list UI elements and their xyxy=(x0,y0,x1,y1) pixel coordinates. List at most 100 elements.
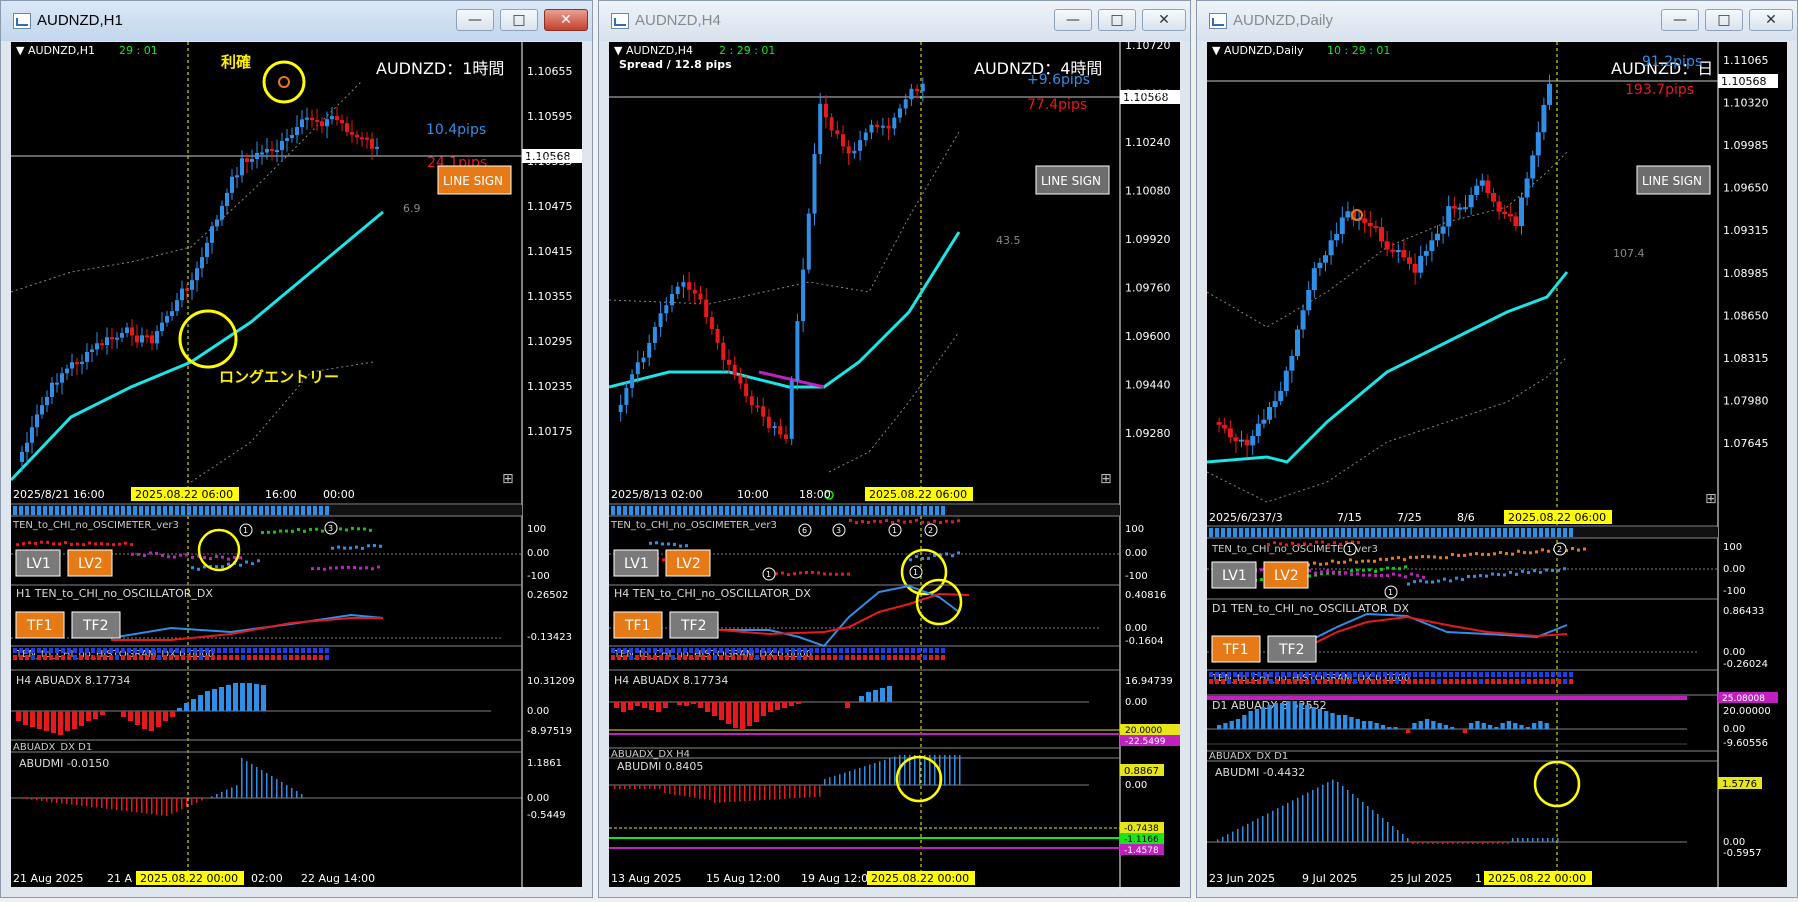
histogram-cell-bottom xyxy=(1287,679,1291,684)
status-bar-tick xyxy=(31,506,35,515)
status-bar-tick xyxy=(1389,528,1393,537)
histogram-cell-bottom xyxy=(1323,679,1327,684)
histogram-cell-bottom xyxy=(253,655,257,660)
dmi-bar xyxy=(1322,784,1324,842)
minimize-button[interactable]: — xyxy=(1054,9,1092,31)
histogram-cell-top xyxy=(929,648,933,653)
zoom-icon[interactable]: ⊞ xyxy=(1100,471,1112,487)
oscimeter-dot xyxy=(805,570,808,574)
chart-window-h1[interactable]: AUDNZD,H1 — □ ✕ ▼ AUDNZD,H1 29 : 01 利確 ロ… xyxy=(0,0,593,898)
dmi-bar xyxy=(1242,826,1244,842)
lv1-button[interactable]: LV1 xyxy=(1211,561,1257,589)
chart-area[interactable]: ▼ AUDNZD,H1 29 : 01 利確 ロングエントリー AUDNZD：1… xyxy=(11,42,584,889)
chart-area[interactable]: ▼ AUDNZD,Daily 10 : 29 : 01 AUDNZD：日 91.… xyxy=(1207,42,1789,889)
chart-canvas[interactable]: ▼ AUDNZD,H4 2 : 29 : 01 Spread / 12.8 pi… xyxy=(609,42,1182,889)
status-bar-tick xyxy=(1527,528,1531,537)
minimize-button[interactable]: — xyxy=(456,9,494,31)
adx-bar xyxy=(177,708,182,711)
maximize-button[interactable]: □ xyxy=(500,9,538,31)
dmi-bar xyxy=(1252,821,1254,842)
adx-bar xyxy=(1235,719,1241,729)
title-bar[interactable]: AUDNZD,H4 — □ ✕ xyxy=(599,1,1190,41)
histogram-cell-top xyxy=(905,648,909,653)
oscimeter-dot xyxy=(341,565,344,569)
title-bar[interactable]: AUDNZD,H1 — □ ✕ xyxy=(1,1,592,41)
adx-bar xyxy=(1273,703,1278,729)
candles xyxy=(618,77,925,446)
chart-canvas[interactable]: ▼ AUDNZD,Daily 10 : 29 : 01 AUDNZD：日 91.… xyxy=(1207,42,1789,889)
histogram-cell-top xyxy=(707,648,711,653)
candle-body xyxy=(175,300,179,312)
oscimeter-dot xyxy=(52,542,55,546)
histogram-cell-bottom xyxy=(707,655,711,660)
oscimeter-dot xyxy=(179,553,182,557)
close-button[interactable]: ✕ xyxy=(1142,9,1186,31)
candle-body xyxy=(130,327,134,336)
histogram-cell-bottom xyxy=(779,655,783,660)
histogram-cell-bottom xyxy=(169,655,173,660)
chart-window-h4[interactable]: AUDNZD,H4 — □ ✕ ▼ AUDNZD,H4 2 : 29 : 01 … xyxy=(598,0,1191,898)
line-sign-button[interactable]: LINE SIGN xyxy=(1636,165,1711,195)
adx-bar xyxy=(135,711,140,725)
oscimeter-dot xyxy=(1409,555,1412,559)
candle-body xyxy=(285,138,289,141)
lv1-button[interactable]: LV1 xyxy=(15,549,61,577)
histogram-cell-top xyxy=(199,648,203,653)
histogram-cell-bottom xyxy=(235,655,239,660)
adx-bar xyxy=(1500,723,1505,729)
dmi-axis-label: 1.1861 xyxy=(527,758,562,769)
maximize-button[interactable]: □ xyxy=(1705,9,1743,31)
oscimeter-dot xyxy=(1479,574,1482,578)
line-sign-button[interactable]: LINE SIGN xyxy=(437,165,512,195)
histogram-cell-top xyxy=(151,648,155,653)
histogram-cell-bottom xyxy=(1209,679,1213,684)
lv2-button[interactable]: LV2 xyxy=(1263,561,1309,589)
status-bar-tick xyxy=(211,506,215,515)
oscimeter-dot xyxy=(377,565,380,569)
dmi-bar xyxy=(779,785,781,800)
minimize-button[interactable]: — xyxy=(1661,9,1699,31)
close-button[interactable]: ✕ xyxy=(1749,9,1793,31)
zoom-icon[interactable]: ⊞ xyxy=(1705,491,1717,507)
oscimeter-dot xyxy=(823,572,826,576)
chart-menu-icon[interactable]: ▼ xyxy=(1212,44,1224,57)
dmi-bar xyxy=(1507,842,1509,844)
status-bar-tick xyxy=(121,506,125,515)
lv1-button[interactable]: LV1 xyxy=(613,549,659,577)
title-bar[interactable]: AUDNZD,Daily — □ ✕ xyxy=(1197,1,1797,41)
tf1-button[interactable]: TF1 xyxy=(613,611,663,639)
chart-menu-icon[interactable]: ▼ xyxy=(614,44,626,57)
tf2-button[interactable]: TF2 xyxy=(1267,635,1317,663)
candle-body xyxy=(310,117,314,121)
dmi-bar xyxy=(286,785,288,798)
tf2-button[interactable]: TF2 xyxy=(669,611,719,639)
maximize-button[interactable]: □ xyxy=(1098,9,1136,31)
histogram-cell-top xyxy=(689,648,693,653)
tf1-button[interactable]: TF1 xyxy=(1211,635,1261,663)
candle-body xyxy=(370,138,374,149)
adx-bar xyxy=(16,711,21,721)
histogram-cell-bottom xyxy=(43,655,47,660)
line-sign-button[interactable]: LINE SIGN xyxy=(1035,165,1110,195)
chart-menu-icon[interactable]: ▼ xyxy=(16,44,28,57)
chart-window-daily[interactable]: AUDNZD,Daily — □ ✕ ▼ AUDNZD,Daily 10 : 2… xyxy=(1196,0,1798,898)
histogram-cell-bottom xyxy=(695,655,699,660)
chart-canvas[interactable]: ▼ AUDNZD,H1 29 : 01 利確 ロングエントリー AUDNZD：1… xyxy=(11,42,584,889)
lv2-button[interactable]: LV2 xyxy=(665,549,711,577)
tf2-button[interactable]: TF2 xyxy=(71,611,121,639)
close-button[interactable]: ✕ xyxy=(544,9,588,31)
dmi-bar xyxy=(161,798,163,816)
candle-body xyxy=(100,343,104,346)
status-bar-tick xyxy=(1311,528,1315,537)
chart-area[interactable]: ▼ AUDNZD,H4 2 : 29 : 01 Spread / 12.8 pi… xyxy=(609,42,1182,889)
status-bar-tick xyxy=(797,506,801,515)
candle-body xyxy=(1468,194,1474,208)
candle-body xyxy=(841,134,845,147)
status-bar-tick xyxy=(689,506,693,515)
lv2-button[interactable]: LV2 xyxy=(67,549,113,577)
histogram-cell-top xyxy=(923,648,927,653)
tf1-button[interactable]: TF1 xyxy=(15,611,65,639)
zoom-icon[interactable]: ⊞ xyxy=(502,471,514,487)
histogram-cell-bottom xyxy=(73,655,77,660)
osc-axis-label: -100 xyxy=(1125,571,1148,582)
